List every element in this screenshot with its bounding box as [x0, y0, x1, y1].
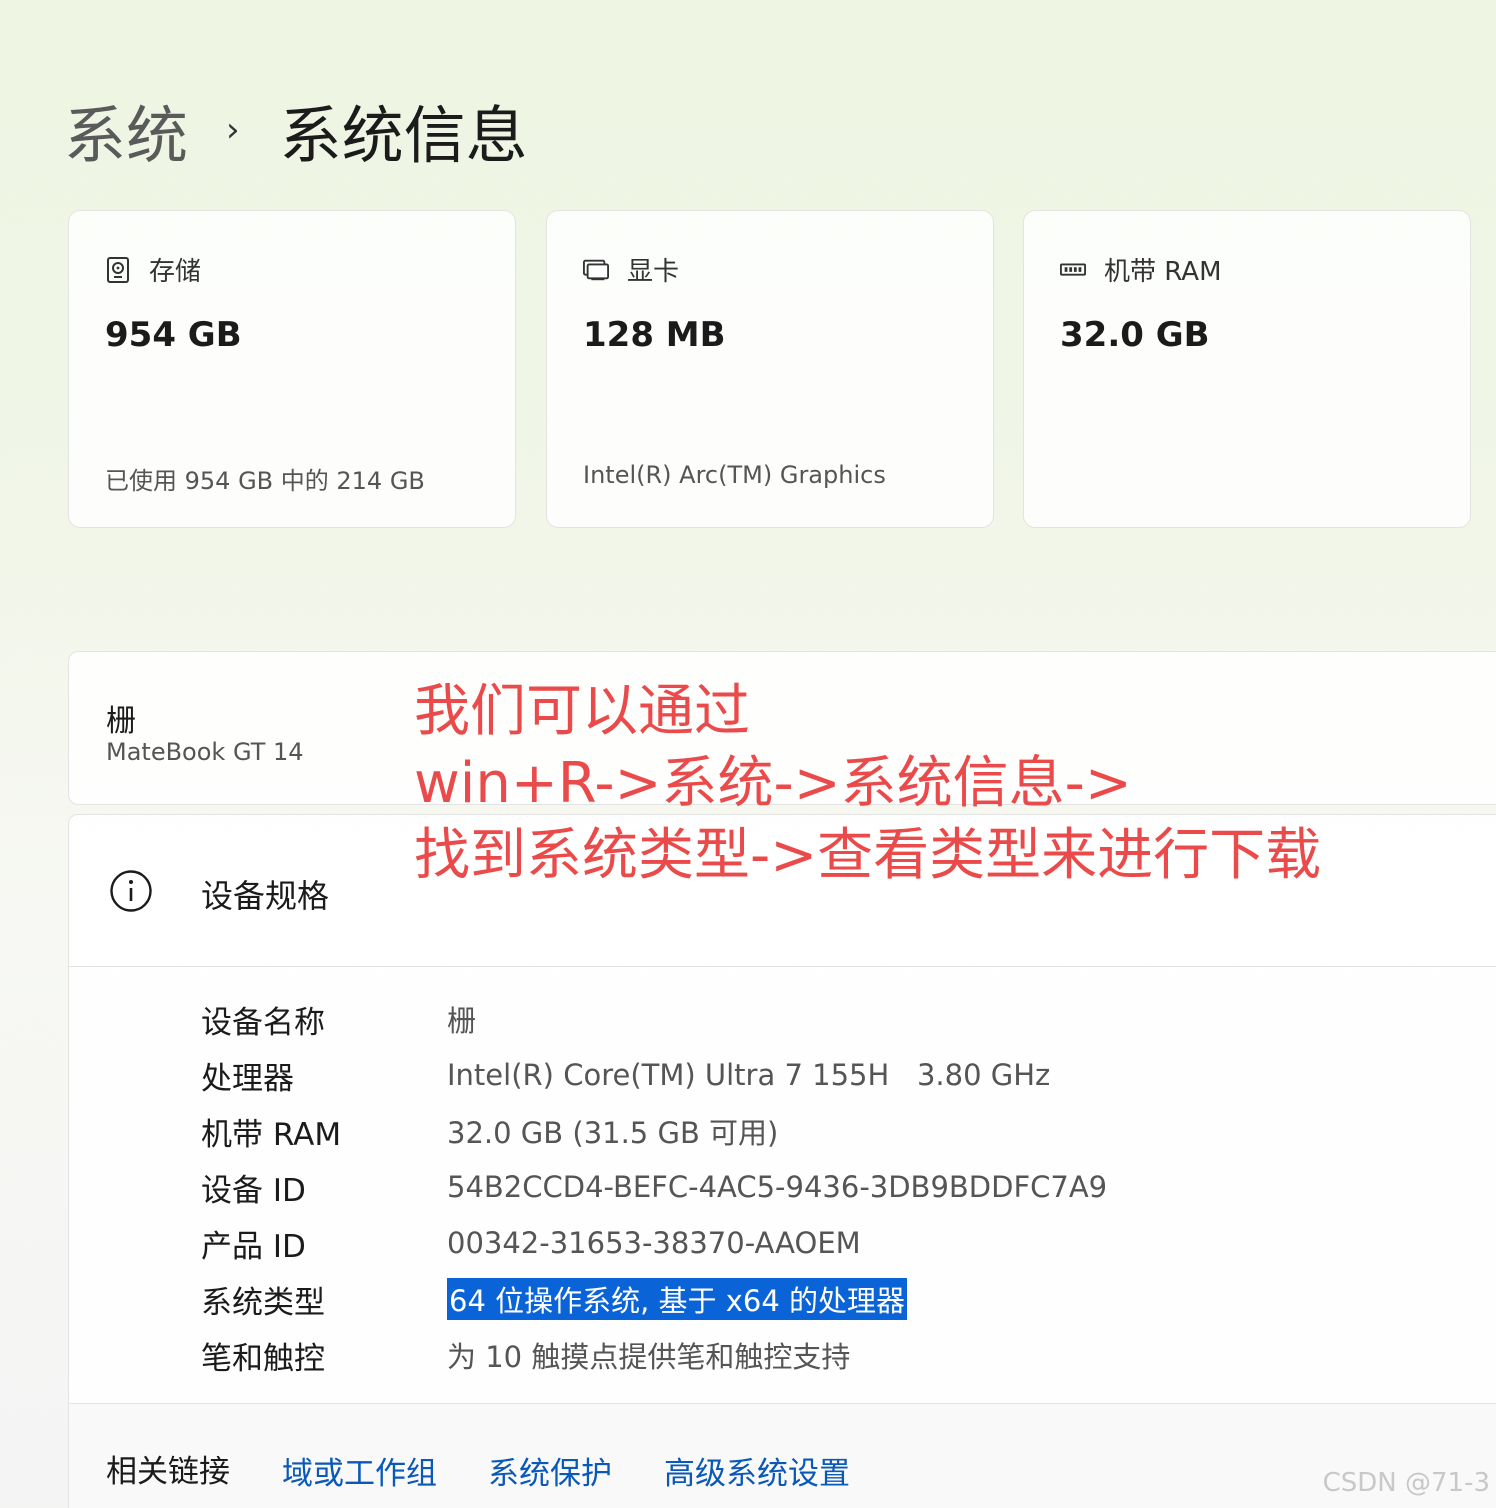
- annotation-overlay: 我们可以通过 win+R->系统->系统信息-> 找到系统类型->查看类型来进行…: [414, 676, 1321, 892]
- storage-usage: 已使用 954 GB 中的 214 GB: [105, 467, 425, 495]
- page-title: 系统信息: [279, 99, 528, 172]
- spec-value[interactable]: 为 10 触摸点提供笔和触控支持: [447, 1334, 850, 1376]
- breadcrumb-system-link[interactable]: 系统: [64, 85, 188, 175]
- device-specifications-panel: 设备规格 设备名称 栅 处理器 Intel(R) Core(TM) Ultra …: [68, 814, 1496, 1508]
- advanced-system-settings-link[interactable]: 高级系统设置: [664, 1448, 850, 1493]
- spec-label: 机带 RAM: [201, 1116, 342, 1153]
- spec-value[interactable]: 54B2CCD4-BEFC-4AC5-9436-3DB9BDDFC7A9: [447, 1170, 1107, 1204]
- spec-value[interactable]: 32.0 GB (31.5 GB 可用): [447, 1110, 778, 1152]
- annotation-line: 我们可以通过: [414, 679, 750, 744]
- display-icon: [583, 257, 609, 283]
- domain-workgroup-link[interactable]: 域或工作组: [282, 1448, 437, 1493]
- storage-title: 存储: [149, 257, 202, 287]
- related-links-label: 相关链接: [106, 1454, 230, 1490]
- related-links-bar: 相关链接 域或工作组 系统保护 高级系统设置: [69, 1403, 1496, 1508]
- ram-value: 32.0 GB: [1060, 315, 1210, 355]
- device-specifications-title: 设备规格: [201, 877, 330, 915]
- storage-card[interactable]: 存储 954 GB 已使用 954 GB 中的 214 GB: [68, 210, 516, 528]
- gpu-memory-value: 128 MB: [583, 315, 726, 355]
- spec-label: 处理器: [201, 1060, 294, 1097]
- spec-row-pen-touch: 笔和触控 为 10 触摸点提供笔和触控支持: [201, 1327, 1107, 1383]
- ram-card[interactable]: 机带 RAM 32.0 GB: [1023, 210, 1471, 528]
- spec-row-processor: 处理器 Intel(R) Core(TM) Ultra 7 155H 3.80 …: [201, 1047, 1107, 1103]
- gpu-title: 显卡: [627, 257, 680, 287]
- chevron-right-icon: ›: [226, 110, 240, 150]
- spec-row-system-type: 系统类型 64 位操作系统, 基于 x64 的处理器: [201, 1271, 1107, 1327]
- spec-label: 系统类型: [201, 1284, 325, 1321]
- hard-drive-icon: [105, 256, 131, 283]
- spec-value[interactable]: Intel(R) Core(TM) Ultra 7 155H 3.80 GHz: [447, 1058, 1050, 1092]
- spec-value[interactable]: 栅: [447, 998, 476, 1040]
- spec-row-product-id: 产品 ID 00342-31653-38370-AAOEM: [201, 1215, 1107, 1271]
- spec-label: 设备名称: [201, 1004, 325, 1041]
- device-model: MateBook GT 14: [106, 738, 304, 766]
- spec-list: 设备名称 栅 处理器 Intel(R) Core(TM) Ultra 7 155…: [201, 991, 1107, 1383]
- gpu-name: Intel(R) Arc(TM) Graphics: [583, 461, 886, 489]
- storage-value: 954 GB: [105, 315, 242, 355]
- breadcrumb: 系统 › 系统信息: [64, 88, 528, 172]
- annotation-line: 找到系统类型->查看类型来进行下载: [414, 823, 1322, 888]
- spec-label: 设备 ID: [201, 1172, 306, 1209]
- spec-row-device-name: 设备名称 栅: [201, 991, 1107, 1047]
- device-name: 栅: [106, 704, 136, 739]
- spec-value[interactable]: 00342-31653-38370-AAOEM: [447, 1226, 861, 1260]
- ram-icon: [1060, 257, 1086, 283]
- watermark: CSDN @71-3: [1322, 1468, 1490, 1498]
- spec-label: 笔和触控: [201, 1340, 325, 1377]
- gpu-card[interactable]: 显卡 128 MB Intel(R) Arc(TM) Graphics: [546, 210, 994, 528]
- annotation-line: win+R->系统->系统信息->: [414, 751, 1132, 816]
- spec-value-selected[interactable]: 64 位操作系统, 基于 x64 的处理器: [447, 1278, 908, 1320]
- info-icon: [109, 869, 153, 917]
- spec-row-device-id: 设备 ID 54B2CCD4-BEFC-4AC5-9436-3DB9BDDFC7…: [201, 1159, 1107, 1215]
- spec-row-ram: 机带 RAM 32.0 GB (31.5 GB 可用): [201, 1103, 1107, 1159]
- ram-title: 机带 RAM: [1104, 257, 1222, 287]
- system-protection-link[interactable]: 系统保护: [488, 1448, 612, 1493]
- spec-label: 产品 ID: [201, 1228, 306, 1265]
